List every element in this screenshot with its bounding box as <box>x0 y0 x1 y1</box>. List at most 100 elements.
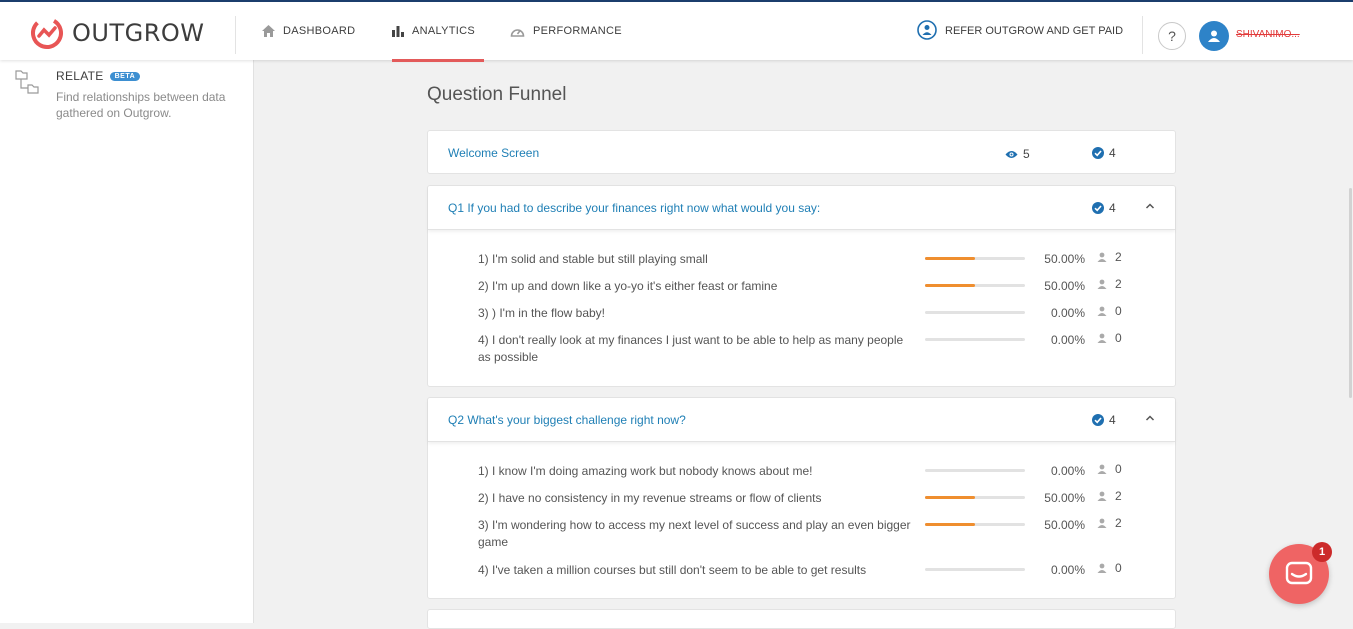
relate-description: Find relationships between data gathered… <box>56 90 226 120</box>
welcome-screen-label: Welcome Screen <box>448 146 540 160</box>
option-text: 4) I've taken a million courses but stil… <box>478 563 867 577</box>
option-percent: 0.00% <box>1050 563 1085 577</box>
chat-icon <box>1285 561 1313 585</box>
relate-title: RELATE <box>56 69 104 83</box>
person-icon <box>1097 518 1107 528</box>
nav-performance[interactable]: PERFORMANCE <box>510 2 622 60</box>
person-icon <box>1097 306 1107 316</box>
option-text: 1) I know I'm doing amazing work but nob… <box>478 464 813 478</box>
welcome-screen-card[interactable]: Welcome Screen 5 4 <box>427 130 1176 174</box>
sidebar: RELATE BETA Find relationships between d… <box>0 60 254 623</box>
bar-chart-icon <box>392 25 404 37</box>
option-text: 3) I'm wondering how to access my next l… <box>478 518 911 549</box>
percent-bar <box>925 523 1025 526</box>
completions-stat: 4 <box>1092 146 1116 160</box>
option-count: 2 <box>1097 250 1122 264</box>
option-count: 0 <box>1097 304 1122 318</box>
option-count-value: 0 <box>1115 331 1122 345</box>
question-title-1: Q1 If you had to describe your finances … <box>448 201 821 215</box>
divider <box>1142 16 1143 54</box>
views-count: 5 <box>1023 147 1030 161</box>
percent-bar <box>925 338 1025 341</box>
person-icon <box>1097 252 1107 262</box>
refer-icon <box>917 19 937 43</box>
percent-bar <box>925 469 1025 472</box>
responses-stat: 4 <box>1092 201 1116 215</box>
option-count: 0 <box>1097 561 1122 575</box>
option-count-value: 2 <box>1115 277 1122 291</box>
person-icon <box>1097 333 1107 343</box>
option-text: 2) I have no consistency in my revenue s… <box>478 491 822 505</box>
check-circle-icon <box>1092 147 1104 159</box>
page-title: Question Funnel <box>427 84 567 105</box>
question-header-1[interactable]: Q1 If you had to describe your finances … <box>428 186 1175 230</box>
option-text: 2) I'm up and down like a yo-yo it's eit… <box>478 279 778 293</box>
completions-count: 4 <box>1109 146 1116 160</box>
relate-icon <box>15 70 39 94</box>
option-percent: 0.00% <box>1050 306 1085 320</box>
question-card-1: Q1 If you had to describe your finances … <box>427 185 1176 387</box>
option-count-value: 2 <box>1115 516 1122 530</box>
nav-dashboard-label: DASHBOARD <box>283 25 356 37</box>
views-stat: 5 <box>1005 147 1030 161</box>
option-count-value: 0 <box>1115 304 1122 318</box>
person-icon <box>1097 279 1107 289</box>
chevron-up-icon[interactable] <box>1144 412 1156 424</box>
percent-bar <box>925 257 1025 260</box>
brand-name: OUTGROW <box>72 19 205 47</box>
nav-dashboard[interactable]: DASHBOARD <box>262 2 355 60</box>
home-icon <box>262 25 275 37</box>
user-icon <box>1208 30 1220 42</box>
chevron-up-icon[interactable] <box>1144 200 1156 212</box>
eye-icon <box>1005 150 1018 159</box>
person-icon <box>1097 563 1107 573</box>
option-count-value: 0 <box>1115 561 1122 575</box>
question-header-2[interactable]: Q2 What's your biggest challenge right n… <box>428 398 1175 442</box>
username[interactable]: SHIVANIMO... <box>1236 29 1300 40</box>
option-count: 2 <box>1097 489 1122 503</box>
person-icon <box>1097 464 1107 474</box>
check-circle-icon <box>1092 414 1104 426</box>
percent-bar-fill <box>925 257 975 260</box>
option-percent: 50.00% <box>1044 491 1085 505</box>
option-count: 2 <box>1097 516 1122 530</box>
refer-label: REFER OUTGROW AND GET PAID <box>945 25 1124 37</box>
refer-link[interactable]: REFER OUTGROW AND GET PAID <box>917 2 1123 60</box>
help-button[interactable]: ? <box>1158 22 1186 50</box>
question-card-3 <box>427 609 1176 629</box>
nav-analytics[interactable]: ANALYTICS <box>392 2 484 62</box>
percent-bar <box>925 568 1025 571</box>
person-icon <box>1097 491 1107 501</box>
option-count-value: 2 <box>1115 489 1122 503</box>
question-title-2: Q2 What's your biggest challenge right n… <box>448 413 686 427</box>
avatar[interactable] <box>1199 21 1229 51</box>
option-count: 2 <box>1097 277 1122 291</box>
option-text: 4) I don't really look at my finances I … <box>478 333 904 364</box>
scrollbar-thumb[interactable] <box>1349 188 1352 398</box>
nav-performance-label: PERFORMANCE <box>533 25 622 37</box>
responses-count: 4 <box>1109 413 1116 427</box>
percent-bar-fill <box>925 523 975 526</box>
divider <box>235 16 236 54</box>
question-card-2: Q2 What's your biggest challenge right n… <box>427 397 1176 599</box>
responses-count: 4 <box>1109 201 1116 215</box>
top-navbar: OUTGROW DASHBOARD ANALYTICS PERFORMANCE … <box>0 2 1353 62</box>
option-percent: 50.00% <box>1044 279 1085 293</box>
option-count-value: 0 <box>1115 462 1122 476</box>
outgrow-logo[interactable]: OUTGROW <box>30 16 205 50</box>
percent-bar <box>925 496 1025 499</box>
percent-bar-fill <box>925 496 975 499</box>
option-text: 1) I'm solid and stable but still playin… <box>478 252 708 266</box>
option-percent: 0.00% <box>1050 333 1085 347</box>
percent-bar <box>925 284 1025 287</box>
option-text: 3) ) I'm in the flow baby! <box>478 306 606 320</box>
option-count: 0 <box>1097 331 1122 345</box>
responses-stat: 4 <box>1092 413 1116 427</box>
relate-item[interactable]: RELATE BETA <box>56 69 141 83</box>
speedometer-icon <box>510 25 525 37</box>
option-percent: 0.00% <box>1050 464 1085 478</box>
check-circle-icon <box>1092 202 1104 214</box>
option-count: 0 <box>1097 462 1122 476</box>
percent-bar <box>925 311 1025 314</box>
chat-notification-badge: 1 <box>1312 542 1332 562</box>
